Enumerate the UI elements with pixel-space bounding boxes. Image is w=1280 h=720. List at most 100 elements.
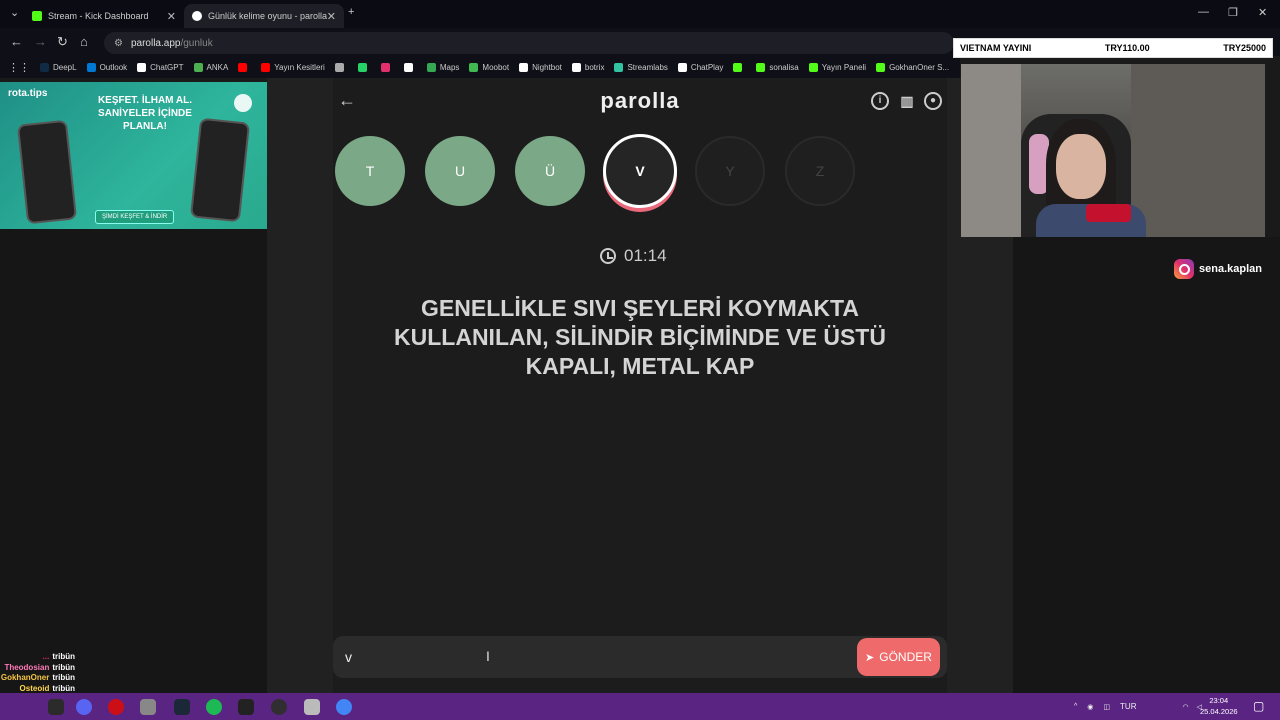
obs-icon[interactable] bbox=[271, 699, 287, 715]
task-view-icon[interactable] bbox=[48, 699, 64, 715]
bookmark-icon bbox=[426, 62, 436, 72]
send-label: GÖNDER bbox=[879, 650, 932, 664]
streamer-face bbox=[1056, 134, 1106, 199]
bookmark-item[interactable]: Maps bbox=[426, 62, 460, 72]
discord-icon[interactable] bbox=[76, 699, 92, 715]
bookmark-item[interactable] bbox=[403, 62, 417, 72]
bookmark-item[interactable]: Streamlabs bbox=[614, 62, 668, 72]
network-icon[interactable]: ◫ bbox=[1103, 703, 1110, 711]
spotify-icon[interactable] bbox=[206, 699, 222, 715]
bookmark-item[interactable] bbox=[357, 62, 371, 72]
bookmark-label: Moobot bbox=[482, 62, 510, 72]
bookmark-item[interactable]: Nightbot bbox=[519, 62, 562, 72]
close-icon[interactable]: ✕ bbox=[167, 10, 176, 23]
home-icon[interactable]: ⌂ bbox=[80, 34, 88, 49]
app-icon[interactable] bbox=[304, 699, 320, 715]
bookmark-item[interactable]: Yayın Kesitleri bbox=[261, 62, 325, 72]
bookmark-item[interactable] bbox=[733, 62, 746, 72]
site-info-icon[interactable]: ⚙ bbox=[114, 38, 123, 49]
bookmark-item[interactable] bbox=[380, 62, 394, 72]
letter-bubble-Ü: Ü bbox=[515, 136, 585, 206]
kick-icon bbox=[32, 11, 42, 21]
bookmark-item[interactable]: Moobot bbox=[469, 62, 510, 72]
bookmark-icon bbox=[238, 62, 248, 72]
profile-icon[interactable]: ● bbox=[924, 92, 942, 110]
maximize-icon[interactable]: ❐ bbox=[1228, 6, 1238, 19]
microphone bbox=[1086, 204, 1131, 222]
chevron-up-icon[interactable]: ^ bbox=[1074, 703, 1077, 710]
app-icon[interactable] bbox=[140, 699, 156, 715]
window-close-icon[interactable]: ✕ bbox=[1258, 6, 1267, 19]
send-icon: ➤ bbox=[865, 651, 875, 664]
letter-char: V bbox=[635, 163, 645, 179]
clock-time: 23:04 bbox=[1209, 696, 1229, 705]
bookmark-item[interactable] bbox=[334, 62, 348, 72]
tab-kick-dashboard[interactable]: Stream - Kick Dashboard ✕ bbox=[24, 4, 184, 28]
chat-message: tribün bbox=[52, 673, 75, 682]
minimize-icon[interactable]: — bbox=[1198, 6, 1209, 18]
bookmark-icon bbox=[733, 62, 743, 72]
info-icon[interactable]: i bbox=[871, 92, 889, 110]
answer-input[interactable] bbox=[345, 646, 845, 668]
ad-banner[interactable]: rota.tips KEŞFET. İLHAM AL. SANİYELER İÇ… bbox=[0, 82, 267, 229]
reload-icon[interactable]: ↻ bbox=[57, 34, 68, 50]
wifi-icon[interactable]: ◠ bbox=[1182, 703, 1188, 711]
bookmark-item[interactable]: sonalisa bbox=[756, 62, 799, 72]
bookmark-label: sonalisa bbox=[769, 62, 799, 72]
chrome-icon[interactable] bbox=[336, 699, 352, 715]
glow-dot bbox=[234, 94, 252, 112]
chat-message: tribün bbox=[52, 662, 75, 672]
new-tab-icon[interactable]: + bbox=[348, 6, 354, 18]
instagram-handle: sena.kaplan bbox=[1174, 259, 1262, 279]
bookmark-icon bbox=[193, 62, 203, 72]
clock[interactable]: 23:04 25.04.2026 bbox=[1200, 695, 1238, 717]
bookmark-label: Outlook bbox=[99, 62, 128, 72]
forward-icon[interactable]: → bbox=[34, 34, 47, 49]
bookmark-item[interactable]: ANKA bbox=[193, 62, 228, 72]
tab-parolla[interactable]: Günlük kelime oyunu - parolla ✕ bbox=[184, 4, 344, 28]
opera-icon[interactable] bbox=[108, 699, 124, 715]
back-icon[interactable]: ← bbox=[10, 34, 23, 49]
bookmark-icon bbox=[334, 62, 344, 72]
letter-bubble-T: T bbox=[335, 136, 405, 206]
phone-image bbox=[189, 117, 251, 223]
bookmark-item[interactable]: ChatGPT bbox=[137, 62, 184, 72]
bookmark-icon bbox=[469, 62, 479, 72]
letter-char: U bbox=[454, 163, 466, 179]
left-sidebar bbox=[0, 229, 267, 693]
back-arrow-icon[interactable]: ← bbox=[338, 90, 356, 111]
epic-games-icon[interactable] bbox=[238, 699, 254, 715]
bookmark-item[interactable]: botrix bbox=[571, 62, 604, 72]
send-button[interactable]: ➤ GÖNDER bbox=[857, 638, 940, 676]
steam-icon[interactable] bbox=[174, 699, 190, 715]
answer-box bbox=[333, 636, 947, 678]
address-bar[interactable]: ⚙ parolla.app/gunluk bbox=[104, 32, 954, 54]
right-sidebar bbox=[1013, 237, 1280, 693]
letter-char: Ü bbox=[544, 163, 556, 179]
ad-cta-button[interactable]: ŞİMDİ KEŞFET & İNDİR bbox=[95, 210, 175, 224]
bookshelf bbox=[961, 64, 1021, 237]
bookmark-label: Maps bbox=[439, 62, 460, 72]
letter-char: Y bbox=[725, 163, 735, 179]
bookmark-item[interactable]: Outlook bbox=[86, 62, 128, 72]
donation-label: VIETNAM YAYINI bbox=[960, 43, 1032, 53]
bookmark-item[interactable]: GokhanOner S... bbox=[876, 62, 949, 72]
bookmark-item[interactable] bbox=[238, 62, 251, 72]
bookmark-item[interactable]: Yayın Paneli bbox=[808, 62, 867, 72]
text-cursor-icon: I bbox=[486, 648, 490, 664]
tab-search-icon[interactable]: ⌄ bbox=[10, 6, 19, 19]
language-indicator[interactable]: TUR bbox=[1120, 702, 1136, 711]
letter-bubble-Y: Y bbox=[695, 136, 765, 206]
bookmark-item[interactable]: DeepL bbox=[40, 62, 77, 72]
stats-icon[interactable]: ▥ bbox=[898, 92, 916, 110]
parolla-logo[interactable]: parolla bbox=[560, 88, 720, 114]
bookmark-item[interactable]: ChatPlay bbox=[677, 62, 723, 72]
apps-icon[interactable]: ⋮⋮ bbox=[8, 61, 30, 74]
bookmark-icon bbox=[876, 62, 886, 72]
bookmark-label: Streamlabs bbox=[627, 62, 668, 72]
close-icon[interactable]: ✕ bbox=[327, 10, 336, 23]
notification-icon[interactable]: ▢ bbox=[1253, 699, 1264, 713]
bookmark-label: Yayın Paneli bbox=[821, 62, 867, 72]
bookshelf bbox=[1131, 64, 1265, 237]
discord-tray-icon[interactable]: ◉ bbox=[1087, 703, 1093, 711]
